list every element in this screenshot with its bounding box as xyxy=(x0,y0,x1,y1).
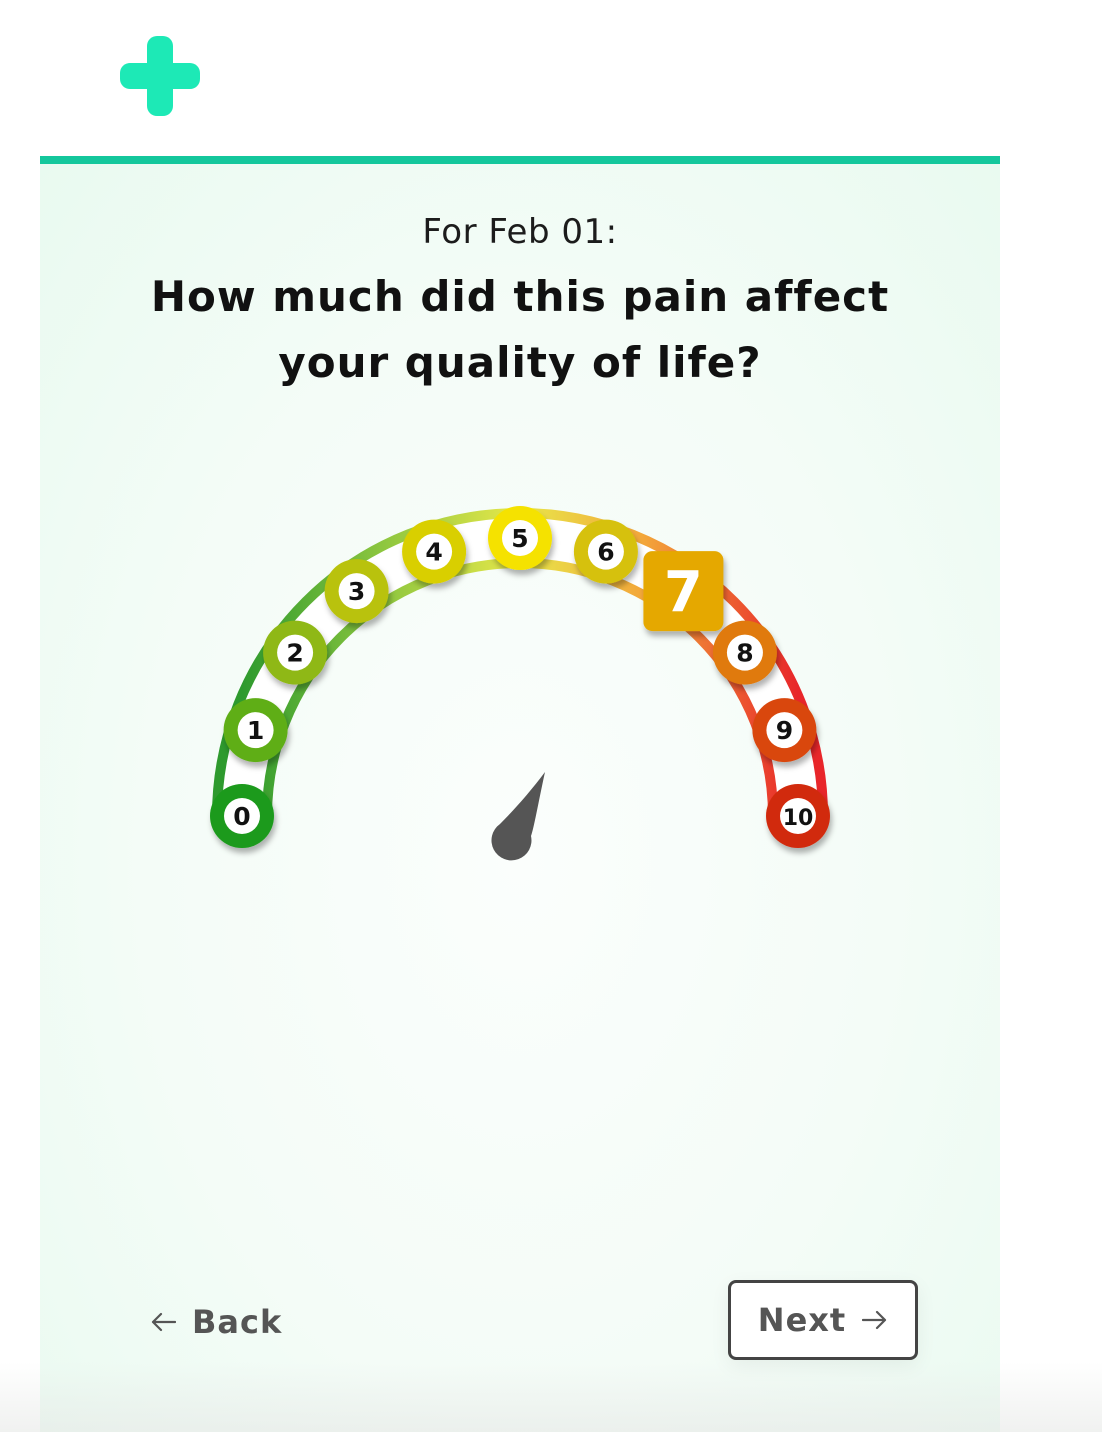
scale-option-label: 3 xyxy=(348,577,365,606)
scale-option-3[interactable]: 3 xyxy=(324,559,389,624)
scale-option-label: 6 xyxy=(597,538,614,567)
scale-option-2[interactable]: 2 xyxy=(263,620,328,685)
page: For Feb 01: How much did this pain affec… xyxy=(0,0,1102,1432)
back-button[interactable]: Back xyxy=(150,1284,282,1360)
next-button[interactable]: Next xyxy=(728,1280,918,1360)
scale-option-label: 2 xyxy=(286,639,303,668)
scale-option-label: 7 xyxy=(664,560,703,625)
gauge-needle xyxy=(491,772,545,861)
scale-option-5[interactable]: 5 xyxy=(488,506,552,570)
scale-option-label: 8 xyxy=(736,639,753,668)
scale-option-label: 10 xyxy=(783,806,814,831)
scale-option-label: 0 xyxy=(233,802,250,831)
arrow-left-icon xyxy=(151,1312,176,1332)
scale-option-label: 4 xyxy=(425,538,442,567)
arrow-right-icon xyxy=(862,1310,887,1330)
scale-option-label: 1 xyxy=(247,716,264,745)
gauge-options: 0 1 2 3 4 5 6 7 8 9 10 xyxy=(210,506,830,848)
scale-option-1[interactable]: 1 xyxy=(223,698,288,763)
scale-option-6[interactable]: 6 xyxy=(573,519,638,584)
scale-option-label: 9 xyxy=(776,716,793,745)
scale-option-8[interactable]: 8 xyxy=(712,620,777,685)
scale-option-0[interactable]: 0 xyxy=(210,784,274,848)
scale-option-7[interactable]: 7 xyxy=(643,551,724,632)
back-label: Back xyxy=(192,1303,283,1341)
scale-option-4[interactable]: 4 xyxy=(402,519,467,584)
pain-scale-gauge: 0 1 2 3 4 5 6 7 8 9 10 xyxy=(210,506,830,861)
scale-option-label: 5 xyxy=(511,524,528,553)
scale-option-10[interactable]: 10 xyxy=(766,784,830,848)
plus-cross-icon xyxy=(120,36,200,116)
question-panel: For Feb 01: How much did this pain affec… xyxy=(40,156,1000,1432)
next-label: Next xyxy=(757,1301,847,1339)
scale-option-9[interactable]: 9 xyxy=(752,698,817,763)
